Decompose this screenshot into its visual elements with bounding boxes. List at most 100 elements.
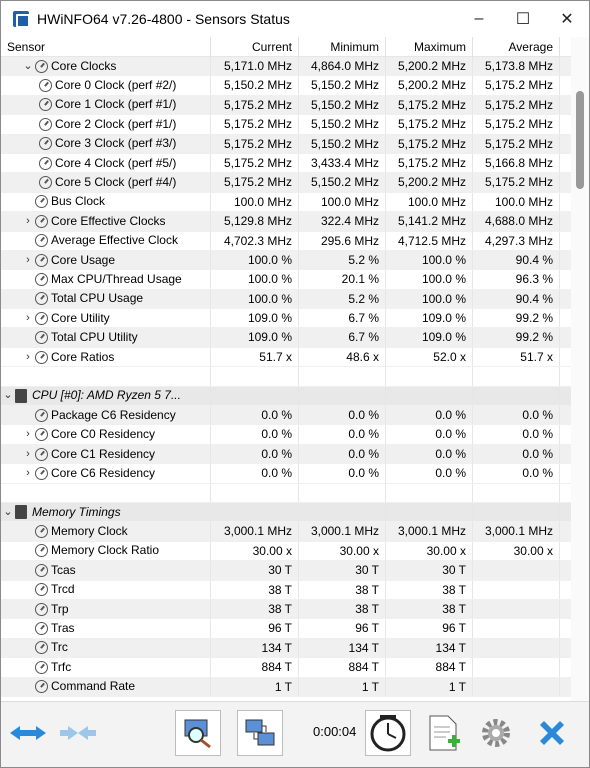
sensor-label: Memory Clock <box>51 524 128 539</box>
sensor-label: Average Effective Clock <box>51 233 178 248</box>
chevron-right-icon[interactable]: › <box>21 212 35 230</box>
minimum-value: 5,150.2 MHz <box>299 95 386 115</box>
column-maximum[interactable]: Maximum <box>386 37 473 57</box>
sensor-row[interactable]: Total CPU Usage 100.0 % 5.2 % 100.0 % 90.4 % <box>1 289 573 310</box>
column-average[interactable]: Average <box>473 37 560 57</box>
sensor-icon <box>35 563 48 577</box>
sensor-row[interactable]: Core 1 Clock (perf #1/) 5,175.2 MHz 5,150.… <box>1 95 573 116</box>
maximum-value: 38 T <box>386 599 473 619</box>
current-value: 96 T <box>211 619 299 638</box>
close-button[interactable]: ✕ <box>545 1 589 37</box>
minimize-button[interactable]: – <box>457 1 501 37</box>
settings-button[interactable] <box>473 710 519 756</box>
sensor-row[interactable]: Max CPU/Thread Usage 100.0 % 20.1 % 100.0 %… <box>1 270 573 290</box>
current-value: 0.0 % <box>211 464 299 483</box>
minimum-value: 38 T <box>299 580 386 599</box>
minimum-value: 48.6 x <box>299 347 386 367</box>
sensor-row[interactable]: Trcd 38 T 38 T 38 T <box>1 580 573 600</box>
reset-timer-button[interactable] <box>365 710 411 756</box>
current-value: 5,175.2 MHz <box>211 134 299 153</box>
sensor-rows: ⌄ Core Clocks 5,171.0 MHz 4,864.0 MHz 5,200.… <box>1 57 573 697</box>
close-sensors-button[interactable] <box>529 710 575 756</box>
sensor-row[interactable]: ⌄ Core Clocks 5,171.0 MHz 4,864.0 MHz 5,200.… <box>1 57 573 77</box>
current-value: 30.00 x <box>211 541 299 561</box>
column-minimum[interactable]: Minimum <box>299 37 386 57</box>
sensor-row[interactable]: › Core Ratios 51.7 x 48.6 x 52.0 x 51.7 x <box>1 347 573 368</box>
maximize-button[interactable]: ☐ <box>501 1 545 37</box>
sensor-label: Trcd <box>51 582 75 597</box>
average-value: 5,175.2 MHz <box>473 95 560 115</box>
expand-arrows-button[interactable] <box>5 710 51 756</box>
chevron-right-icon[interactable]: › <box>21 464 35 482</box>
sensor-row[interactable]: Average Effective Clock 4,702.3 MHz 295.6 … <box>1 231 573 251</box>
minimum-value: 6.7 % <box>299 328 386 347</box>
chevron-right-icon[interactable]: › <box>21 309 35 327</box>
sensor-row[interactable]: Tcas 30 T 30 T 30 T <box>1 561 573 581</box>
sensor-search-button[interactable] <box>175 710 221 756</box>
sensor-row[interactable]: Package C6 Residency 0.0 % 0.0 % 0.0 % 0.0 % <box>1 406 573 426</box>
column-sensor[interactable]: Sensor <box>1 37 211 57</box>
chevron-down-icon[interactable]: ⌄ <box>21 57 35 75</box>
sensor-row[interactable]: Core 0 Clock (perf #2/) 5,150.2 MHz 5,150.… <box>1 76 573 96</box>
chevron-right-icon[interactable]: › <box>21 425 35 443</box>
sensor-group-header[interactable]: ⌄ Memory Timings <box>1 502 573 523</box>
maximum-value: 38 T <box>386 580 473 599</box>
column-current[interactable]: Current <box>211 37 299 57</box>
current-value: 884 T <box>211 658 299 677</box>
average-value: 0.0 % <box>473 425 560 444</box>
scrollbar-thumb[interactable] <box>576 91 584 189</box>
sensor-icon <box>39 117 52 131</box>
sensor-row[interactable]: Trc 134 T 134 T 134 T <box>1 638 573 659</box>
average-value <box>473 580 560 599</box>
average-value: 5,173.8 MHz <box>473 57 560 76</box>
sensor-row[interactable]: Memory Clock 3,000.1 MHz 3,000.1 MHz 3,000.… <box>1 522 573 542</box>
sensor-row[interactable]: Command Rate 1 T1 T1 T <box>1 677 573 697</box>
average-value: 96.3 % <box>473 270 560 289</box>
sensor-row[interactable]: Core 4 Clock (perf #5/) 5,175.2 MHz 3,433.… <box>1 153 573 174</box>
minimum-value: 884 T <box>299 658 386 677</box>
sensor-row[interactable]: Core 3 Clock (perf #3/) 5,175.2 MHz 5,150.… <box>1 134 573 154</box>
chevron-down-icon[interactable]: ⌄ <box>1 387 15 405</box>
maximum-value: 5,175.2 MHz <box>386 134 473 153</box>
minimum-value: 0.0 % <box>299 425 386 444</box>
current-value: 0.0 % <box>211 444 299 464</box>
chevron-right-icon[interactable]: › <box>21 251 35 269</box>
sensor-row[interactable]: Total CPU Utility 109.0 % 6.7 % 109.0 % 99.2… <box>1 328 573 348</box>
sensor-row[interactable]: › Core Usage 100.0 % 5.2 % 100.0 % 90.4 % <box>1 250 573 271</box>
sensor-label: Memory Clock Ratio <box>51 543 160 558</box>
chevron-down-icon[interactable]: ⌄ <box>1 503 15 521</box>
sensor-row[interactable]: Trfc 884 T 884 T 884 T <box>1 658 573 678</box>
sensor-row[interactable]: › Core C6 Residency 0.0 % 0.0 % 0.0 % 0.0 % <box>1 464 573 484</box>
sensor-row[interactable]: Trp 38 T 38 T 38 T <box>1 599 573 620</box>
vertical-scrollbar[interactable] <box>571 37 589 703</box>
average-value: 0.0 % <box>473 464 560 483</box>
sensor-row[interactable]: Core 5 Clock (perf #4/) 5,175.2 MHz 5,150.… <box>1 173 573 193</box>
sensor-row[interactable]: › Core Effective Clocks 5,129.8 MHz 322.4 M… <box>1 212 573 232</box>
average-value: 90.4 % <box>473 250 560 270</box>
sensor-row[interactable]: Bus Clock 100.0 MHz 100.0 MHz 100.0 MHz 100.… <box>1 192 573 213</box>
sensor-label: Core 1 Clock (perf #1/) <box>55 97 177 112</box>
sensor-row[interactable]: › Core C1 Residency 0.0 % 0.0 % 0.0 % 0.0 % <box>1 444 573 465</box>
maximum-value: 30 T <box>386 561 473 580</box>
sensor-row[interactable]: › Core C0 Residency 0.0 % 0.0 % 0.0 % 0.0 % <box>1 425 573 445</box>
magnifier-icon <box>184 719 211 749</box>
collapse-arrows-button[interactable] <box>55 710 101 756</box>
maximum-value: 100.0 % <box>386 250 473 270</box>
sensor-label: Trp <box>51 601 69 616</box>
sensor-label: Tras <box>51 621 75 636</box>
current-value: 109.0 % <box>211 309 299 328</box>
average-value <box>473 561 560 580</box>
sensor-row[interactable]: › Core Utility 109.0 % 6.7 % 109.0 % 99.2 % <box>1 309 573 329</box>
sensor-row[interactable]: Core 2 Clock (perf #1/) 5,175.2 MHz 5,150.… <box>1 115 573 135</box>
chevron-right-icon[interactable]: › <box>21 445 35 463</box>
maximum-value: 5,200.2 MHz <box>386 76 473 95</box>
sensor-row[interactable]: Tras 96 T 96 T 96 T <box>1 619 573 639</box>
minimum-value: 4,864.0 MHz <box>299 57 386 76</box>
close-x-icon <box>540 721 564 745</box>
logging-button[interactable] <box>421 710 467 756</box>
sensor-group-header[interactable]: ⌄ CPU [#0]: AMD Ryzen 5 7... <box>1 386 573 407</box>
network-button[interactable] <box>237 710 283 756</box>
sensor-label: Core Effective Clocks <box>51 213 166 228</box>
chevron-right-icon[interactable]: › <box>21 348 35 366</box>
sensor-row[interactable]: Memory Clock Ratio 30.00 x 30.00 x 30.00 x3… <box>1 541 573 562</box>
